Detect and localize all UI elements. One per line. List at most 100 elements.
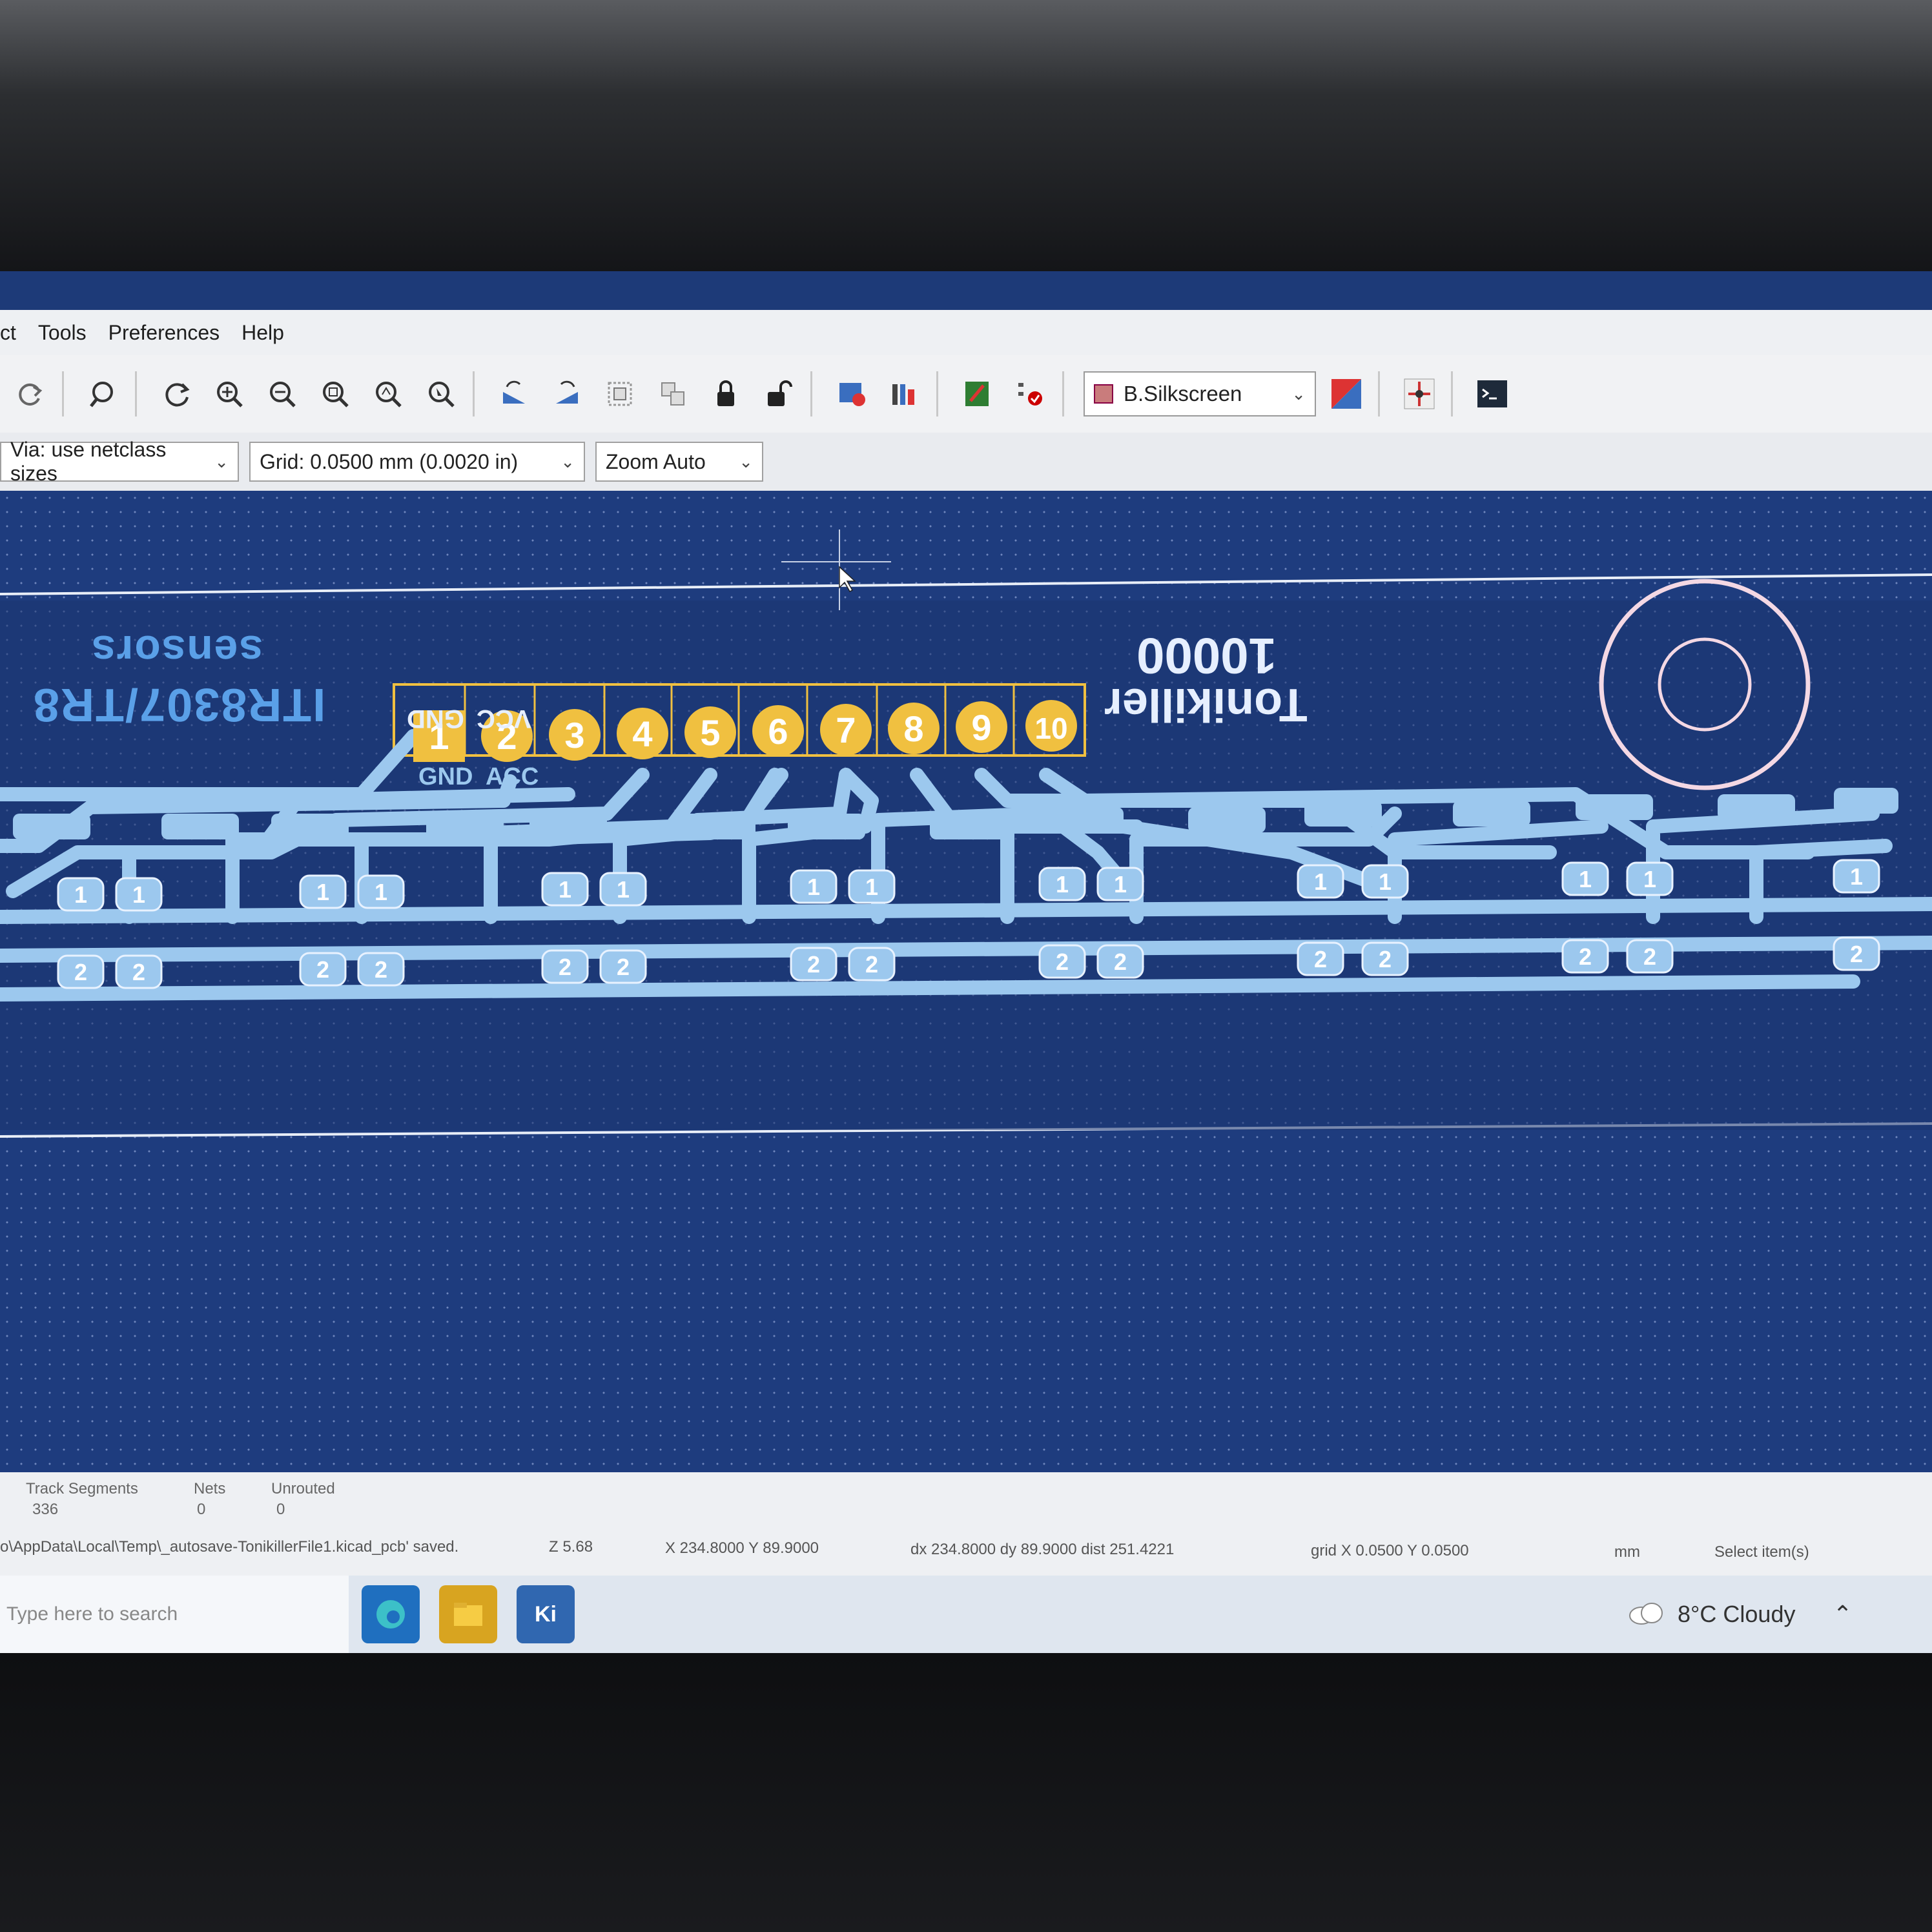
nets-value: 0 <box>197 1501 206 1518</box>
pin-number: 3 <box>564 715 584 755</box>
svg-text:2: 2 <box>74 959 87 985</box>
via-size-select[interactable]: Via: use netclass sizes ⌄ <box>0 438 239 485</box>
silkscreen-vcc: VCC <box>477 704 531 733</box>
lock-icon[interactable] <box>703 371 748 416</box>
svg-text:2: 2 <box>132 959 145 985</box>
toolbar-separator <box>1378 371 1380 416</box>
layer-name: B.Silkscreen <box>1124 382 1242 406</box>
pcb-drawing: 1 2 3 4 5 6 7 8 9 10 12 12 12 12 12 12 1… <box>0 529 1932 1138</box>
flip-right-icon[interactable] <box>544 371 590 416</box>
svg-text:1: 1 <box>1056 871 1069 898</box>
svg-text:1: 1 <box>1643 866 1656 892</box>
silkscreen-project-name: Tonikiller <box>1104 679 1308 730</box>
layer-color-swatch <box>1094 384 1113 404</box>
pin-number: 6 <box>768 711 788 752</box>
chevron-up-icon[interactable]: ⌃ <box>1833 1601 1852 1628</box>
svg-text:1: 1 <box>1379 868 1392 895</box>
grid-value: Grid: 0.0500 mm (0.0020 in) <box>260 449 519 473</box>
silkscreen-part-number: ITR8307/TR8 <box>32 679 326 730</box>
zoom-out-icon[interactable] <box>260 371 305 416</box>
layer-pair-icon[interactable] <box>1324 371 1369 416</box>
chevron-down-icon: ⌄ <box>739 451 753 471</box>
refresh-icon[interactable] <box>154 371 199 416</box>
unrouted-value: 0 <box>276 1501 285 1518</box>
svg-text:1: 1 <box>559 876 571 903</box>
grid-select[interactable]: Grid: 0.0500 mm (0.0020 in) ⌄ <box>249 442 585 482</box>
menu-bar: ct Tools Preferences Help <box>0 310 1932 355</box>
cursor-position: X 234.8000 Y 89.9000 <box>665 1539 819 1557</box>
pin-number: 9 <box>971 707 991 748</box>
units-readout: mm <box>1614 1543 1640 1561</box>
pcb-canvas[interactable]: 1 2 3 4 5 6 7 8 9 10 1 2 1 2 1 2 1 2 1 2… <box>0 491 1932 1472</box>
file-explorer-icon[interactable] <box>439 1585 497 1643</box>
taskbar-apps: Ki <box>362 1576 575 1653</box>
footprint-library-icon[interactable] <box>882 371 927 416</box>
pin-number: 5 <box>700 712 720 753</box>
menu-preferences[interactable]: Preferences <box>108 321 220 345</box>
toolbar-separator <box>473 371 475 416</box>
svg-text:1: 1 <box>132 881 145 908</box>
search-placeholder: Type here to search <box>6 1603 178 1625</box>
board-setup-icon[interactable] <box>829 371 874 416</box>
svg-text:2: 2 <box>1850 941 1863 967</box>
zoom-select[interactable]: Zoom Auto ⌄ <box>595 442 763 482</box>
monitor-bezel-top <box>0 0 1932 271</box>
pin-number: 8 <box>903 708 923 749</box>
zoom-objects-icon[interactable] <box>365 371 411 416</box>
terminal-icon[interactable] <box>1470 371 1515 416</box>
svg-text:2: 2 <box>375 956 387 983</box>
svg-text:2: 2 <box>1114 949 1127 975</box>
svg-text:2: 2 <box>1643 943 1656 970</box>
weather-widget[interactable]: 8°C Cloudy ⌃ <box>1627 1576 1853 1653</box>
menu-project[interactable]: ct <box>0 321 16 345</box>
zoom-readout: Z 5.68 <box>549 1538 593 1556</box>
kicad-window: ct Tools Preferences Help B.Silkscreen ⌄… <box>0 271 1932 1653</box>
search-icon[interactable] <box>81 371 126 416</box>
toolbar-separator <box>1451 371 1453 416</box>
svg-text:1: 1 <box>375 879 387 905</box>
svg-text:1: 1 <box>617 876 630 903</box>
svg-text:1: 1 <box>1850 863 1863 890</box>
taskbar-search[interactable]: Type here to search <box>0 1576 349 1653</box>
zoom-in-icon[interactable] <box>207 371 252 416</box>
svg-text:2: 2 <box>1314 946 1327 972</box>
zoom-selection-icon[interactable] <box>418 371 464 416</box>
chevron-down-icon: ⌄ <box>1291 384 1306 404</box>
status-message: o\AppData\Local\Temp\_autosave-Tonikille… <box>0 1538 459 1556</box>
front-label-acc: ACC <box>486 763 539 790</box>
edge-icon[interactable] <box>362 1585 420 1643</box>
cursor-delta: dx 234.8000 dy 89.9000 dist 251.4221 <box>910 1541 1175 1558</box>
menu-help[interactable]: Help <box>242 321 284 345</box>
zoom-value: Zoom Auto <box>606 449 706 473</box>
ungroup-icon[interactable] <box>650 371 695 416</box>
status-bar: Track Segments 336 Nets 0 Unrouted 0 o\A… <box>0 1472 1932 1576</box>
net-inspector-icon[interactable] <box>1397 371 1442 416</box>
menu-tools[interactable]: Tools <box>38 321 87 345</box>
silkscreen-board-number: 10000 <box>1136 628 1277 684</box>
svg-text:2: 2 <box>807 951 820 978</box>
svg-text:2: 2 <box>1379 946 1392 972</box>
unlock-icon[interactable] <box>756 371 801 416</box>
flip-left-icon[interactable] <box>491 371 537 416</box>
toolbar-separator <box>62 371 64 416</box>
scripting-icon[interactable] <box>955 371 1000 416</box>
current-mode: Select item(s) <box>1714 1543 1809 1561</box>
zoom-fit-icon[interactable] <box>313 371 358 416</box>
group-icon[interactable] <box>597 371 642 416</box>
nets-label: Nets <box>194 1480 226 1497</box>
toolbar-separator <box>810 371 812 416</box>
chevron-down-icon: ⌄ <box>214 451 229 471</box>
svg-text:1: 1 <box>316 879 329 905</box>
svg-text:1: 1 <box>1579 866 1592 892</box>
redo-icon[interactable] <box>8 371 53 416</box>
track-segments-value: 336 <box>32 1501 59 1518</box>
main-toolbar: B.Silkscreen ⌄ <box>0 355 1932 433</box>
mouse-pointer-icon <box>839 566 856 592</box>
svg-text:2: 2 <box>1579 943 1592 970</box>
kicad-icon[interactable]: Ki <box>517 1585 575 1643</box>
layer-selector[interactable]: B.Silkscreen ⌄ <box>1084 371 1316 416</box>
toolbar-separator <box>135 371 137 416</box>
pin-number: 7 <box>836 710 856 750</box>
svg-text:2: 2 <box>617 954 630 980</box>
drc-icon[interactable] <box>1008 371 1053 416</box>
